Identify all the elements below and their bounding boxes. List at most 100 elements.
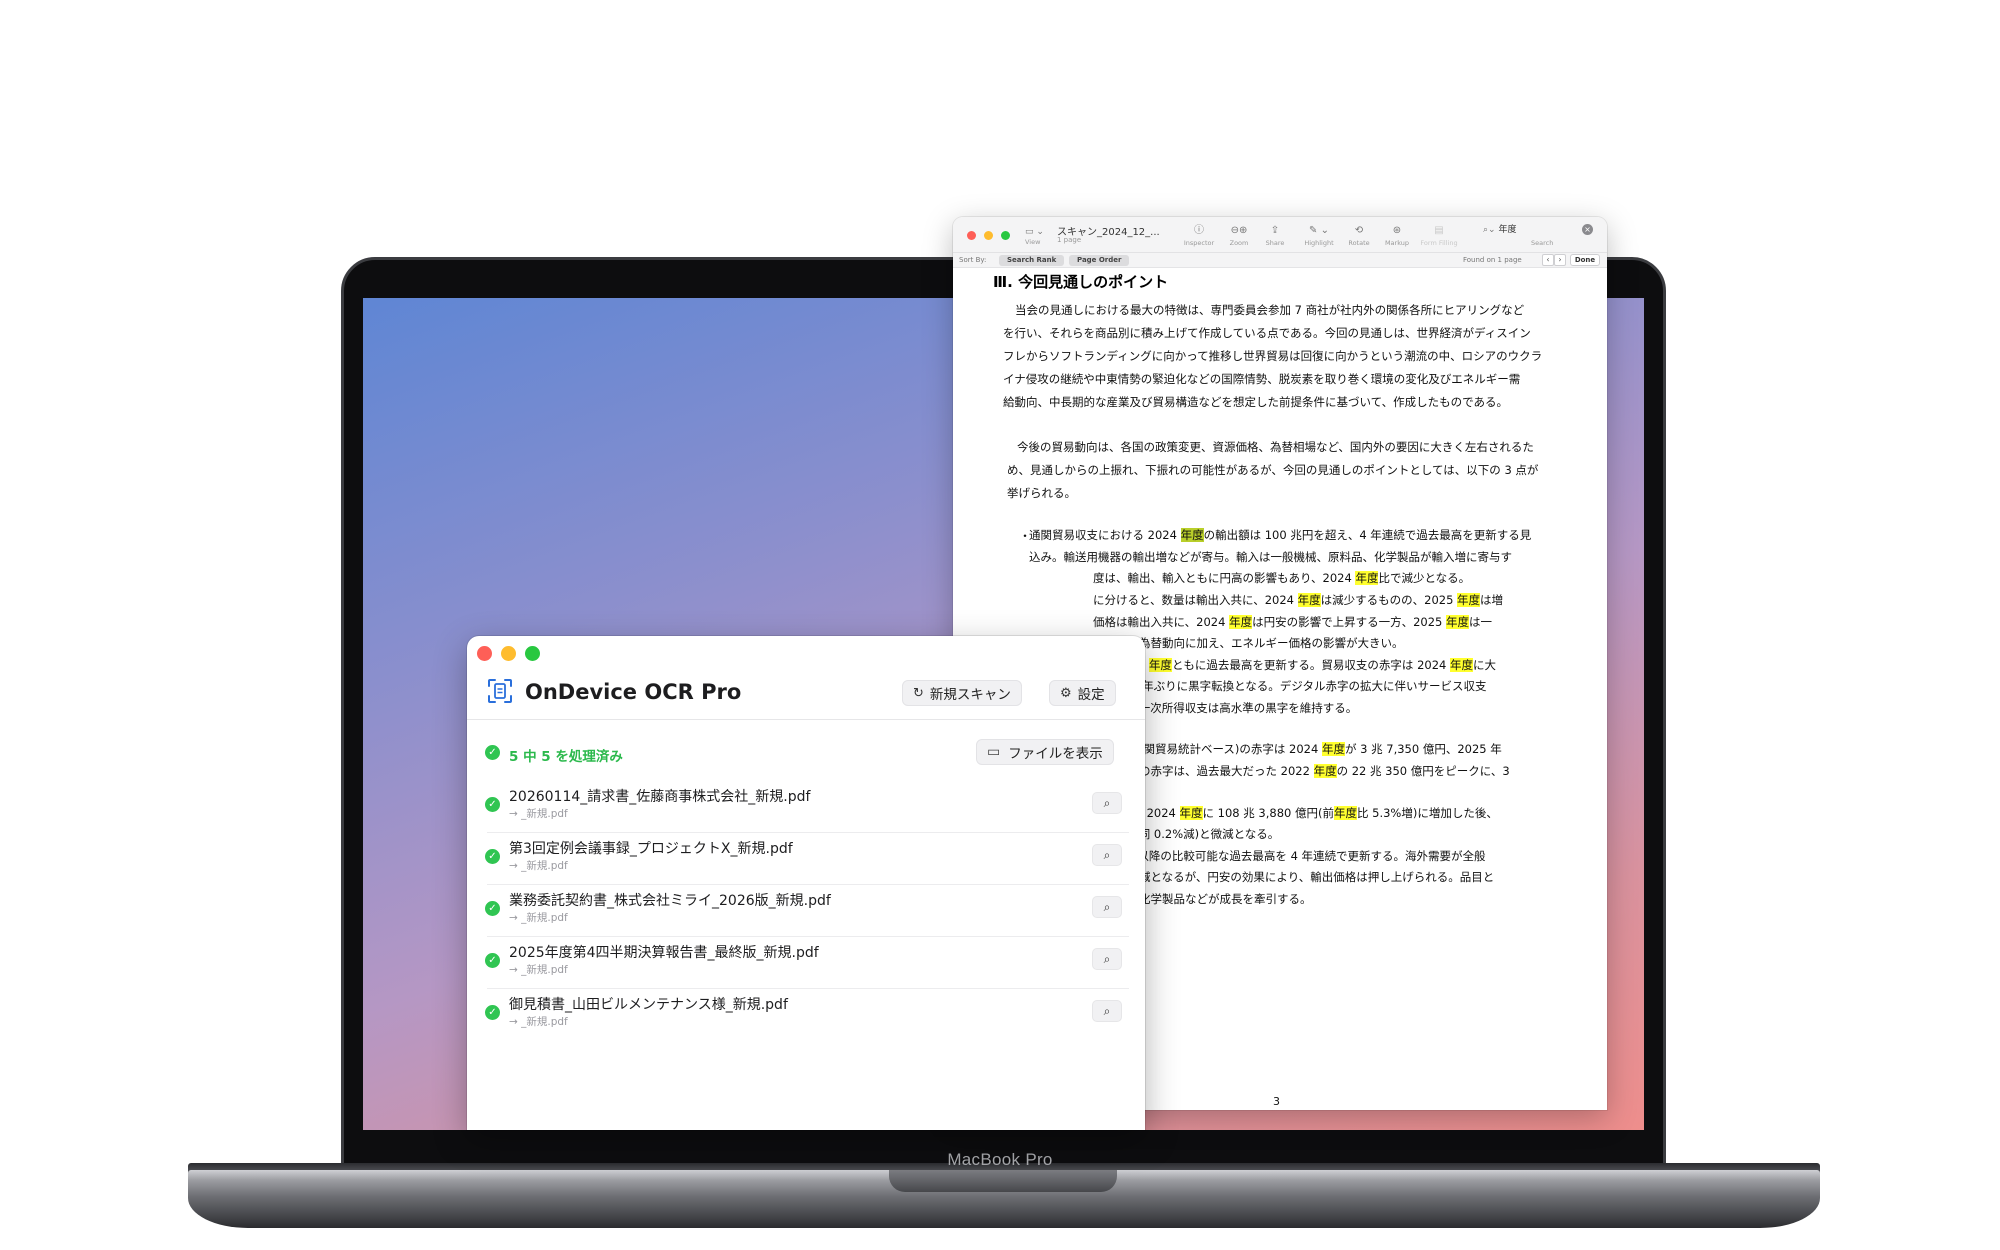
file-output: → _新規.pdf [509, 964, 568, 976]
search-input[interactable]: 年度 [1498, 225, 1516, 235]
para1-line: 給動向、中長期的な産業及び貿易構造などを想定した前提条件に基づいて、作成したもの… [1003, 395, 1508, 409]
app-header: OnDevice OCR Pro ↻ 新規スキャン ⚙ 設定 [467, 668, 1145, 720]
close-button[interactable] [477, 646, 492, 661]
list-item[interactable]: ✓ 第3回定例会議事録_プロジェクトX_新規.pdf → _新規.pdf ⌕ [467, 833, 1145, 885]
zoom-button[interactable] [525, 646, 540, 661]
view-menu-button[interactable]: ▭ ⌄ View [1025, 227, 1044, 246]
window-controls [477, 646, 540, 661]
zoom-button[interactable] [1001, 231, 1010, 240]
sort-search-rank-button[interactable]: Search Rank [999, 255, 1065, 266]
search-highlight: 年度 [1229, 615, 1253, 629]
search-icon[interactable]: ⌕ [1092, 896, 1122, 918]
settings-icon: ⚙ [1060, 685, 1072, 701]
share-button[interactable]: ⇪ Share [1253, 224, 1297, 247]
document-subtitle: 1 page [1057, 236, 1082, 244]
result-line: 価格は輸出入共に、2024 年度は円安の影響で上昇する一方、2025 年度は一 [1093, 615, 1492, 629]
share-icon: ⇪ [1270, 225, 1280, 236]
markup-button[interactable]: ⊛ Markup [1375, 224, 1419, 247]
search-field[interactable]: ⌕⌄ 年度 Search × [1483, 224, 1593, 247]
sidebar-icon: ▭ ⌄ [1025, 227, 1044, 237]
sort-by-label: Sort By: [959, 256, 987, 264]
view-label: View [1025, 238, 1041, 246]
processing-status: 5 中 5 を処理済み [509, 749, 623, 765]
found-count: Found on 1 page [1463, 256, 1522, 264]
file-name: 20260114_請求書_佐藤商事株式会社_新規.pdf [509, 789, 811, 805]
search-icon: ⌕⌄ [1483, 225, 1496, 235]
search-highlight: 年度 [1148, 658, 1172, 672]
result-line: 通関貿易収支における 2024 年度の輸出額は 100 兆円を超え、4 年連続で… [1029, 528, 1532, 542]
refresh-icon: ↻ [913, 685, 924, 701]
search-highlight: 年度 [1180, 528, 1204, 542]
minimize-button[interactable] [984, 231, 993, 240]
markup-icon: ⊛ [1392, 225, 1402, 236]
scan-document-icon [488, 679, 512, 703]
page-number: 3 [1273, 1095, 1280, 1108]
para2-line: め、見通しからの上振れ、下振れの可能性があるが、今回の見通しのポイントとしては、… [1007, 463, 1539, 477]
form-filling-button[interactable]: ▤ Form Filling [1417, 224, 1461, 247]
show-files-button[interactable]: ▭ ファイルを表示 [976, 739, 1114, 765]
file-name: 御見積書_山田ビルメンテナンス様_新規.pdf [509, 997, 788, 1013]
next-result-button[interactable]: › [1554, 254, 1566, 266]
check-circle-icon: ✓ [485, 849, 500, 864]
done-button[interactable]: Done [1570, 254, 1600, 266]
search-icon[interactable]: ⌕ [1092, 792, 1122, 814]
result-line: に分けると、数量は輸出入共に、2024 年度は減少するものの、2025 年度は増 [1093, 593, 1504, 607]
laptop-brand-label: MacBook Pro [947, 1150, 1053, 1169]
list-item[interactable]: ✓ 2025年度第4四半期決算報告書_最終版_新規.pdf → _新規.pdf … [467, 937, 1145, 989]
settings-button[interactable]: ⚙ 設定 [1049, 680, 1116, 706]
inspector-button[interactable]: ⓘ Inspector [1177, 224, 1221, 247]
check-circle-icon: ✓ [485, 745, 500, 760]
document-heading: Ⅲ. 今回見通しのポイント [993, 273, 1169, 291]
file-name: 2025年度第4四半期決算報告書_最終版_新規.pdf [509, 945, 819, 961]
clear-search-icon[interactable]: × [1582, 224, 1593, 235]
form-icon: ▤ [1434, 225, 1444, 236]
result-line: 1979 年以降の比較可能な過去最高を 4 年連続で更新する。海外需要が全般 [1093, 849, 1486, 863]
search-highlight: 年度 [1297, 593, 1321, 607]
file-output: → _新規.pdf [509, 1016, 568, 1028]
result-line: 度、2025 年度ともに過去最高を更新する。貿易収支の赤字は 2024 年度に大 [1093, 657, 1496, 673]
para1-line: フレからソフトランディングに向かって推移し世界貿易は回復に向かうという潮流の中、… [1003, 349, 1543, 363]
para2-line: 今後の貿易動向は、各国の政策変更、資源価格、為替相場など、国内外の要因に大きく左… [1017, 440, 1534, 454]
preview-toolbar: ▭ ⌄ View スキャン_2024_12_... 1 page ⓘ Inspe… [953, 217, 1607, 253]
result-line: 度は、輸出、輸入ともに円高の影響もあり、2024 年度比で減少となる。 [1093, 571, 1471, 585]
search-highlight: 年度 [1355, 571, 1379, 585]
search-icon[interactable]: ⌕ [1092, 1000, 1122, 1022]
file-name: 第3回定例会議事録_プロジェクトX_新規.pdf [509, 841, 793, 857]
para2-line: 挙げられる。 [1007, 486, 1076, 500]
list-item[interactable]: ✓ 御見積書_山田ビルメンテナンス様_新規.pdf → _新規.pdf ⌕ [467, 989, 1145, 1041]
sort-page-order-button[interactable]: Page Order [1069, 255, 1130, 266]
check-circle-icon: ✓ [485, 1005, 500, 1020]
para1-line: イナ侵攻の継続や中東情勢の緊迫化などの国際情勢、脱炭素を取り巻く環境の変化及びエ… [1003, 372, 1521, 386]
search-highlight: 年度 [1179, 806, 1203, 820]
list-item[interactable]: ✓ 業務委託契約書_株式会社ミライ_2026版_新規.pdf → _新規.pdf… [467, 885, 1145, 937]
check-circle-icon: ✓ [485, 797, 500, 812]
search-icon[interactable]: ⌕ [1092, 948, 1122, 970]
search-label: Search [1531, 239, 1554, 247]
check-circle-icon: ✓ [485, 901, 500, 916]
info-icon: ⓘ [1194, 225, 1204, 236]
para1-line: 当会の見通しにおける最大の特徴は、専門委員会参加 7 商社が社内外の関係各所にヒ… [1015, 303, 1525, 317]
search-results-bar: Sort By: Search Rank Page Order Found on… [953, 253, 1607, 268]
result-line: 易収支(通関貿易統計ベース)の赤字は 2024 年度が 3 兆 7,350 億円… [1093, 742, 1502, 756]
file-name: 業務委託契約書_株式会社ミライ_2026版_新規.pdf [509, 893, 831, 909]
close-button[interactable] [967, 231, 976, 240]
result-line: 込み。輸送用機器の輸出増などが寄与。輸入は一般機械、原料品、化学製品が輸入増に寄… [1029, 550, 1512, 564]
new-scan-button[interactable]: ↻ 新規スキャン [902, 680, 1022, 706]
laptop-notch [889, 1170, 1117, 1192]
previous-result-button[interactable]: ‹ [1542, 254, 1554, 266]
search-highlight: 年度 [1457, 593, 1481, 607]
list-item[interactable]: ✓ 20260114_請求書_佐藤商事株式会社_新規.pdf → _新規.pdf… [467, 781, 1145, 833]
search-highlight: 年度 [1446, 615, 1469, 629]
minimize-button[interactable] [501, 646, 516, 661]
result-line: ベース)は 2024 年度に 108 兆 3,880 億円(前年度比 5.3%増… [1093, 806, 1498, 820]
result-line: 年度は 5 年ぶりに黒字転換となる。デジタル赤字の拡大に伴いサービス収支 [1093, 679, 1487, 693]
result-line: 貿易収支の赤字は、過去最大だった 2022 年度の 22 兆 350 億円をピー… [1093, 764, 1510, 778]
window-controls [967, 231, 1010, 240]
search-highlight: 年度 [1321, 742, 1345, 756]
highlight-icon: ✎ ⌄ [1309, 225, 1329, 236]
ocr-app-window: OnDevice OCR Pro ↻ 新規スキャン ⚙ 設定 ✓ 5 中 5 を… [467, 636, 1145, 1130]
search-icon[interactable]: ⌕ [1092, 844, 1122, 866]
app-title: OnDevice OCR Pro [525, 680, 742, 704]
highlight-button[interactable]: ✎ ⌄ Highlight [1297, 224, 1341, 247]
status-row: ✓ 5 中 5 を処理済み ▭ ファイルを表示 [467, 720, 1145, 772]
